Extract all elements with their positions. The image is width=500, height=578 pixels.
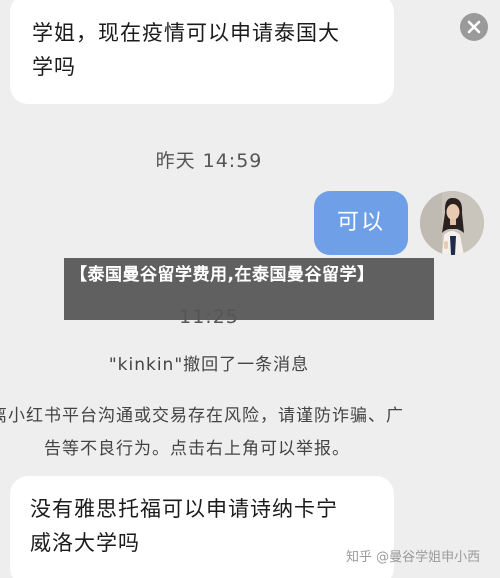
watermark: 知乎 @曼谷学姐申小西 [346, 550, 481, 565]
close-button[interactable] [460, 13, 488, 41]
chat-screen: 学姐，现在疫情可以申请泰国大 学吗 昨天 14:59 可以 11:25 "kin… [0, 0, 500, 578]
message-text-line: 学姐，现在疫情可以申请泰国大 [32, 21, 340, 45]
message-text-line: 学吗 [32, 55, 76, 79]
outgoing-message-reply[interactable]: 可以 [314, 191, 408, 255]
safety-warning: 离小红书平台沟通或交易存在风险，请谨防诈骗、广 告等不良行为。点击右上角可以举报… [0, 400, 460, 466]
timestamp: 昨天 14:59 [155, 150, 263, 172]
avatar-image [420, 191, 484, 255]
recall-notice: "kinkin"撤回了一条消息 [108, 355, 310, 375]
incoming-message-question[interactable]: 学姐，现在疫情可以申请泰国大 学吗 [10, 0, 394, 104]
incoming-message-question[interactable]: 没有雅思托福可以申请诗纳卡宁 威洛大学吗 [10, 476, 394, 578]
message-text-line: 威洛大学吗 [30, 531, 140, 555]
warning-text-line: 告等不良行为。点击右上角可以举报。 [44, 439, 350, 459]
article-title-banner[interactable]: 【泰国曼谷留学费用,在泰国曼谷留学】 [64, 258, 434, 320]
message-text: 可以 [336, 210, 385, 235]
message-text-line: 没有雅思托福可以申请诗纳卡宁 [30, 497, 338, 521]
avatar[interactable] [420, 191, 484, 255]
warning-text-line: 离小红书平台沟通或交易存在风险，请谨防诈骗、广 [0, 406, 404, 426]
close-icon [467, 20, 481, 34]
